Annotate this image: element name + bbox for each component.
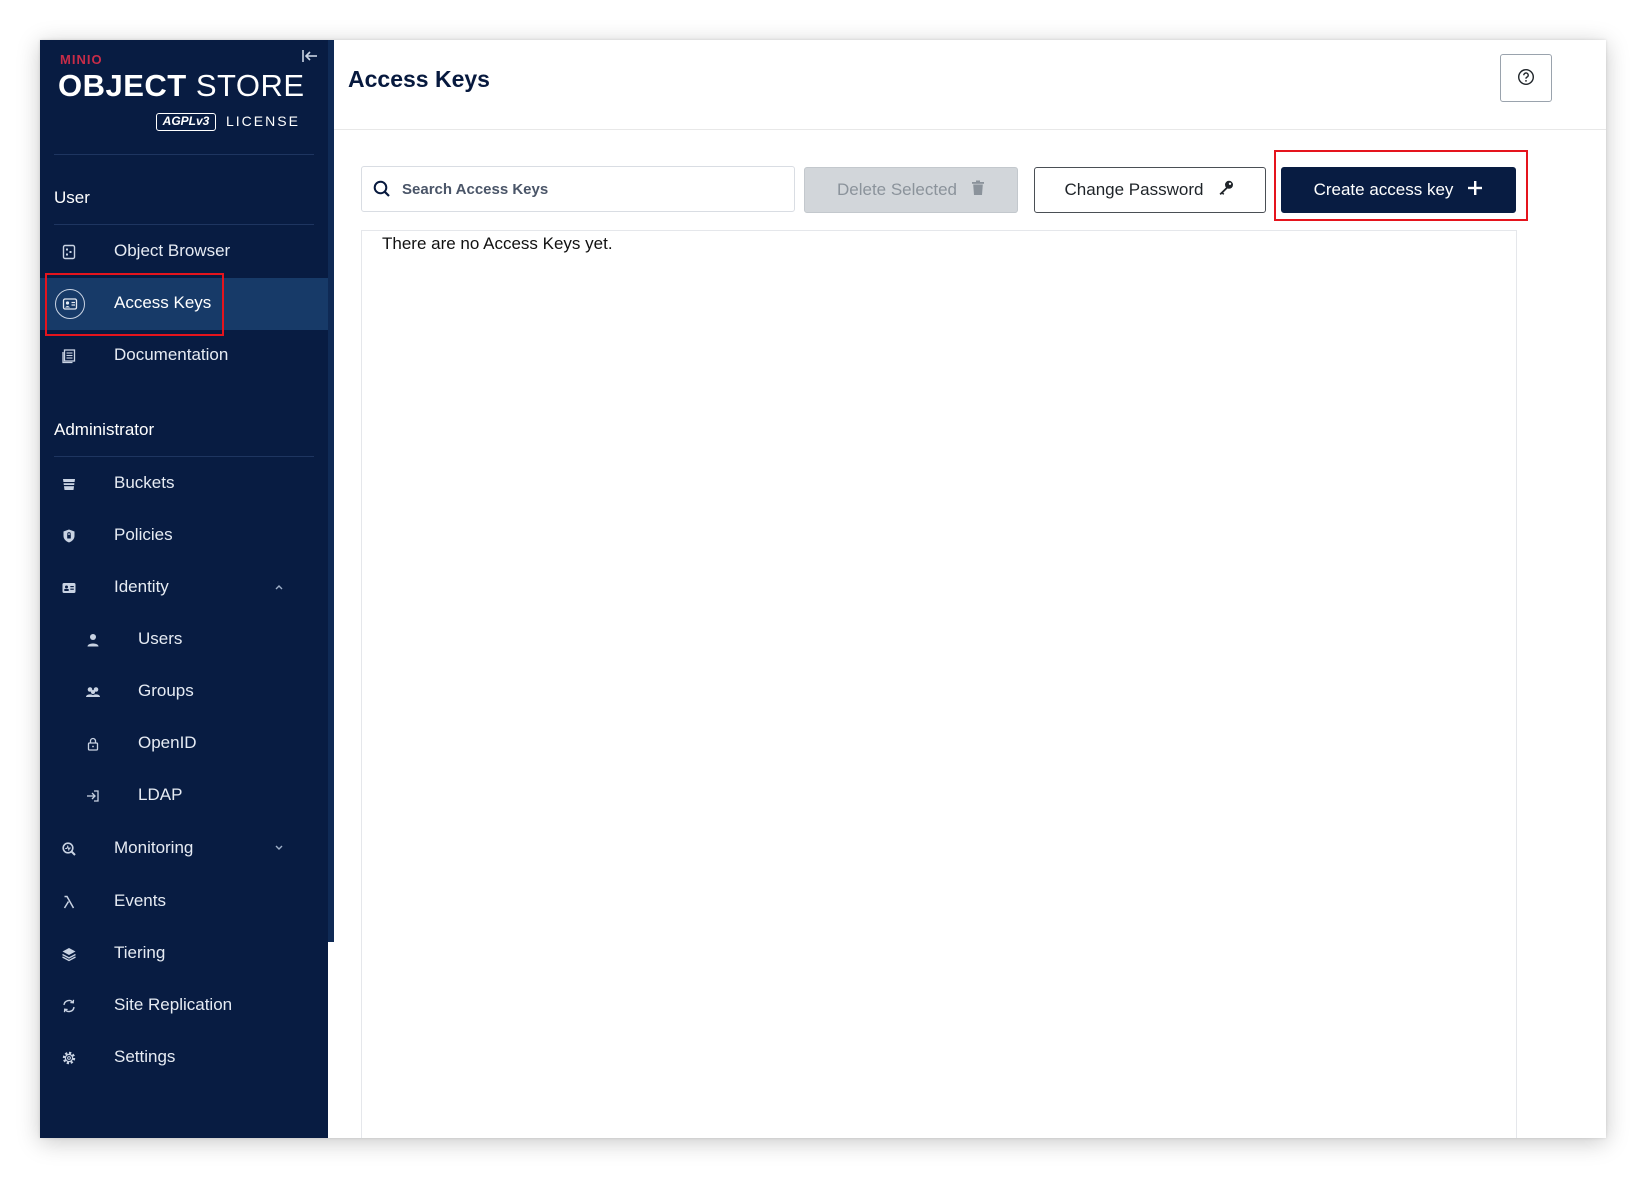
groups-icon <box>82 681 104 703</box>
divider <box>54 224 314 225</box>
sidebar-item-users[interactable]: Users <box>40 614 328 666</box>
sidebar-item-label: Policies <box>114 525 173 544</box>
layers-icon <box>58 943 80 965</box>
trash-icon <box>971 180 985 201</box>
plus-icon <box>1467 180 1483 201</box>
sidebar-item-label: Users <box>138 629 183 648</box>
sidebar-item-label: Identity <box>114 577 169 596</box>
sidebar-item-openid[interactable]: OpenID <box>40 718 328 770</box>
sidebar-item-label: Object Browser <box>114 241 231 260</box>
divider <box>54 154 314 155</box>
sidebar-item-settings[interactable]: Settings <box>40 1032 328 1084</box>
key-icon <box>1217 179 1235 202</box>
login-icon <box>82 785 104 807</box>
shield-icon <box>58 525 80 547</box>
gear-icon <box>58 1047 80 1069</box>
lock-icon <box>82 733 104 755</box>
sidebar-item-buckets[interactable]: Buckets <box>40 458 328 510</box>
sidebar-item-label: Access Keys <box>114 293 212 312</box>
page-header: Access Keys <box>334 40 1606 130</box>
sidebar-item-ldap[interactable]: LDAP <box>40 770 328 822</box>
change-password-button[interactable]: Change Password <box>1034 167 1266 213</box>
chevron-down-icon[interactable] <box>272 841 286 855</box>
object-browser-icon <box>58 241 80 263</box>
sidebar-item-label: OpenID <box>138 733 197 752</box>
sidebar-item-label: Settings <box>114 1047 176 1066</box>
sidebar-item-documentation[interactable]: Documentation <box>40 330 328 382</box>
sidebar-item-label: Events <box>114 891 166 910</box>
bucket-icon <box>58 473 80 495</box>
section-title-administrator: Administrator <box>54 420 155 439</box>
sidebar-item-label: LDAP <box>138 785 183 804</box>
minio-logo[interactable]: MINIO OBJECT STORE AGPLv3 LICENSE <box>58 52 304 132</box>
sidebar-item-events[interactable]: Events <box>40 876 328 928</box>
delete-selected-button[interactable]: Delete Selected <box>804 167 1018 213</box>
search-input[interactable] <box>402 175 782 203</box>
sidebar-item-access-keys[interactable]: Access Keys <box>40 278 328 330</box>
create-access-key-label: Create access key <box>1313 180 1454 199</box>
search-icon <box>372 179 392 199</box>
sidebar-item-label: Documentation <box>114 345 229 364</box>
divider <box>54 456 314 457</box>
access-keys-list: There are no Access Keys yet. <box>361 230 1517 1138</box>
chevron-up-icon[interactable] <box>272 580 286 594</box>
logo-product: OBJECT STORE <box>58 68 305 103</box>
sidebar-item-object-browser[interactable]: Object Browser <box>40 226 328 278</box>
search-box[interactable] <box>361 166 795 212</box>
sidebar-item-label: Groups <box>138 681 194 700</box>
user-icon <box>82 629 104 651</box>
logo-license-badge: AGPLv3 <box>156 113 216 131</box>
sidebar-item-policies[interactable]: Policies <box>40 510 328 562</box>
sidebar-item-identity[interactable]: Identity <box>40 562 328 614</box>
sidebar: MINIO OBJECT STORE AGPLv3 LICENSE User O… <box>40 40 328 1138</box>
sidebar-item-site-replication[interactable]: Site Replication <box>40 980 328 1032</box>
empty-state-message: There are no Access Keys yet. <box>382 234 613 253</box>
access-keys-icon <box>55 289 85 319</box>
sidebar-item-label: Buckets <box>114 473 175 492</box>
lambda-icon <box>58 891 80 913</box>
sidebar-item-groups[interactable]: Groups <box>40 666 328 718</box>
change-password-label: Change Password <box>1064 180 1204 199</box>
main-content: Access Keys Delete Selected Change Passw… <box>334 40 1606 1138</box>
page-title: Access Keys <box>348 66 490 92</box>
replication-icon <box>58 995 80 1017</box>
logo-license-text: LICENSE <box>226 113 300 129</box>
sidebar-item-label: Site Replication <box>114 995 233 1014</box>
question-circle-icon <box>1517 68 1535 89</box>
help-button[interactable] <box>1500 54 1552 102</box>
documentation-icon <box>58 345 80 367</box>
sidebar-item-monitoring[interactable]: Monitoring <box>40 823 328 875</box>
app-window: MINIO OBJECT STORE AGPLv3 LICENSE User O… <box>40 40 1606 1138</box>
sidebar-item-label: Monitoring <box>114 838 194 857</box>
create-access-key-button[interactable]: Create access key <box>1281 167 1516 213</box>
monitoring-icon <box>58 838 80 860</box>
logo-company: MINIO <box>60 52 103 67</box>
sidebar-item-tiering[interactable]: Tiering <box>40 928 328 980</box>
identity-icon <box>58 577 80 599</box>
sidebar-item-label: Tiering <box>114 943 166 962</box>
section-title-user: User <box>54 188 90 207</box>
collapse-sidebar-icon[interactable] <box>300 46 320 66</box>
delete-selected-label: Delete Selected <box>836 180 958 199</box>
